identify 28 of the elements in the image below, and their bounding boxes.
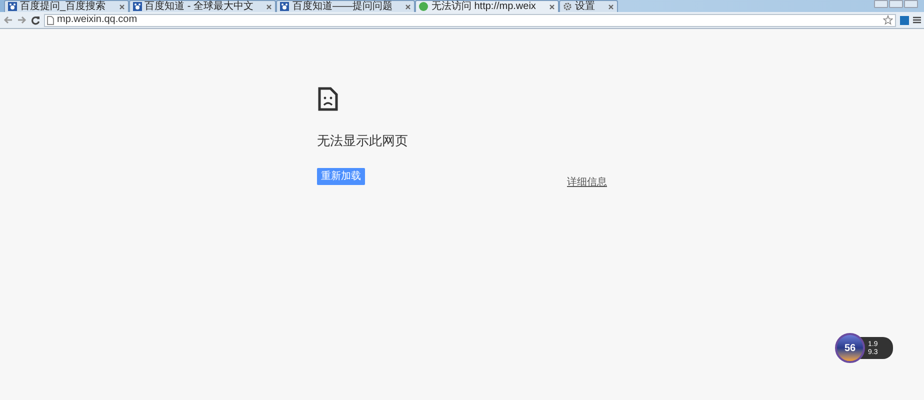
browser-tab[interactable]: 无法访问 http://mp.weix — [415, 0, 559, 12]
gear-icon — [562, 2, 572, 11]
tab-title: 百度知道 - 全球最大中文 — [144, 2, 254, 12]
browser-tab[interactable]: 百度知道 - 全球最大中文 — [128, 0, 276, 12]
sad-page-icon — [318, 87, 338, 111]
page-icon — [47, 16, 54, 24]
menu-icon[interactable] — [913, 16, 921, 24]
error-title: 无法显示此网页 — [317, 134, 409, 147]
details-link[interactable]: 详细信息 — [567, 178, 607, 188]
score-badge: 56 — [835, 333, 865, 363]
address-field[interactable]: mp.weixin.qq.com — [44, 14, 896, 26]
address-text: mp.weixin.qq.com — [57, 15, 138, 25]
star-icon[interactable] — [883, 15, 893, 25]
paw-icon — [8, 2, 17, 11]
browser-tab[interactable]: 百度知道——提问问题 — [276, 0, 416, 12]
back-icon[interactable] — [3, 16, 13, 24]
paw-icon — [280, 2, 290, 11]
tab-title: 百度提问_百度搜索 — [20, 2, 107, 12]
extension-icon[interactable] — [900, 16, 909, 24]
tab-title: 百度知道——提问问题 — [292, 2, 394, 12]
globe-icon — [419, 2, 428, 11]
browser-tab[interactable]: 设置 — [558, 0, 618, 12]
paw-icon — [132, 2, 142, 11]
tab-title: 设置 — [574, 2, 596, 12]
forward-icon[interactable] — [17, 16, 27, 24]
reload-icon[interactable] — [31, 16, 40, 24]
tab-title: 无法访问 http://mp.weix — [431, 2, 537, 12]
browser-tab[interactable]: 百度提问_百度搜索 — [4, 0, 129, 12]
